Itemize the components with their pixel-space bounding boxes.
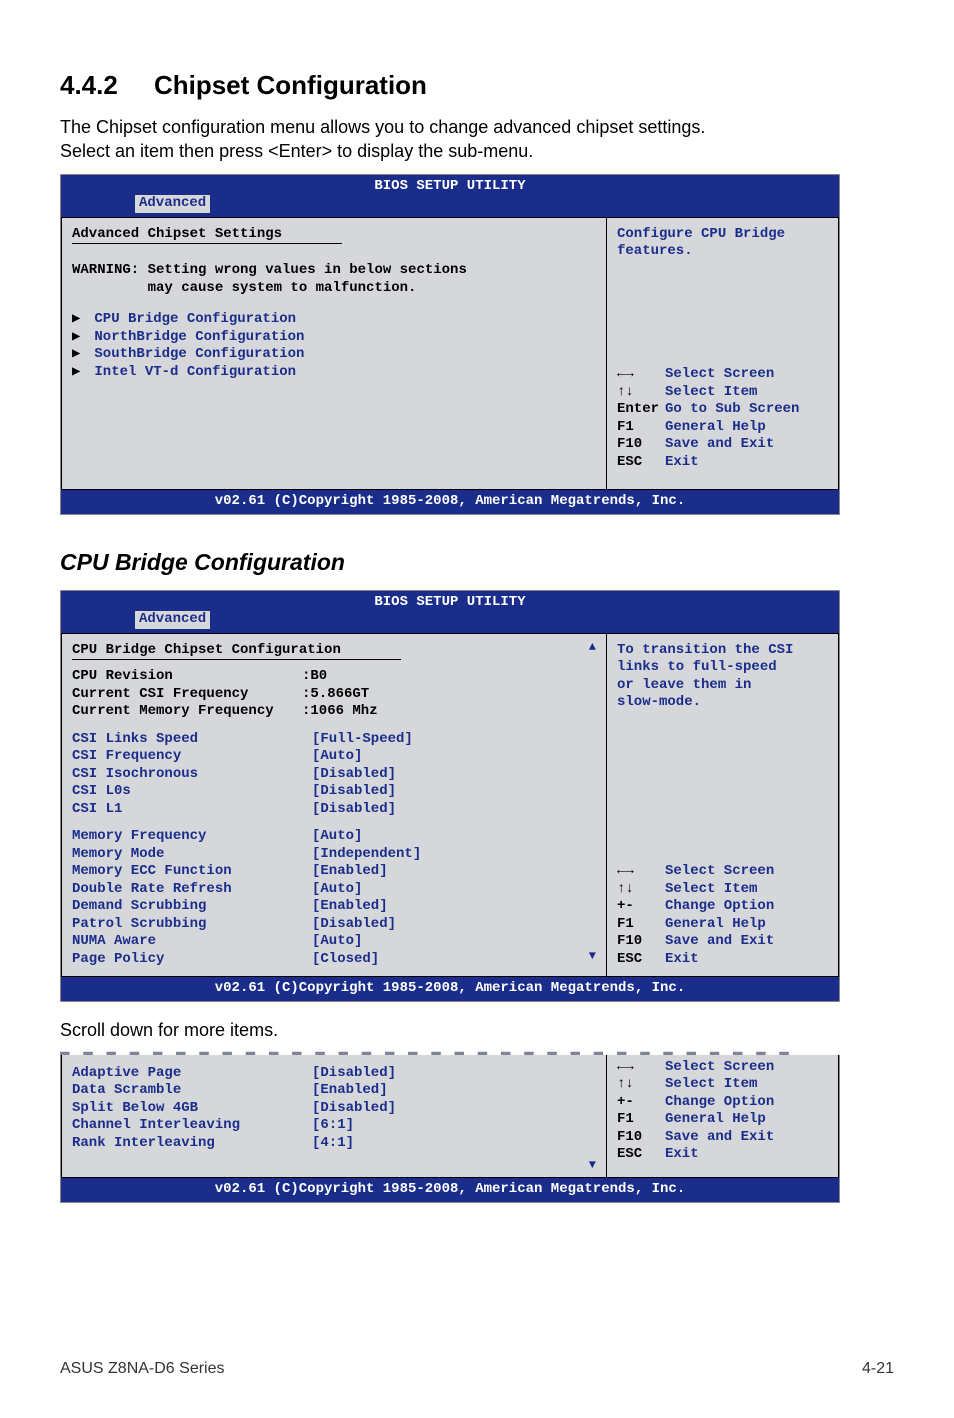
bios2-heading: CPU Bridge Chipset Configuration [72,642,401,661]
bios1-item[interactable]: ▶ SouthBridge Configuration [72,346,596,364]
bios-title: BIOS SETUP UTILITY [61,591,839,612]
section-heading: 4.4.2 Chipset Configuration [60,70,894,101]
bios2-option[interactable]: Demand Scrubbing[Enabled] [72,898,596,916]
bios2-option[interactable]: Patrol Scrubbing[Disabled] [72,916,596,934]
bios3-option[interactable]: Rank Interleaving[4:1] [72,1135,596,1153]
bios1-item[interactable]: ▶ Intel VT-d Configuration [72,364,596,382]
sub-heading: CPU Bridge Configuration [60,549,894,576]
bios1-item[interactable]: ▶ NorthBridge Configuration [72,329,596,347]
bios3-option[interactable]: Data Scramble[Enabled] [72,1082,596,1100]
chevron-right-icon: ▶ [72,311,86,329]
bios-box-3: Adaptive Page[Disabled] Data Scramble[En… [60,1055,840,1203]
bios1-item[interactable]: ▶ CPU Bridge Configuration [72,311,596,329]
bios1-heading: Advanced Chipset Settings [72,226,342,245]
bios1-warning2: may cause system to malfunction. [72,280,596,298]
scroll-caption: Scroll down for more items. [60,1020,894,1041]
bios-tab-advanced[interactable]: Advanced [135,195,210,213]
bios-box-2: BIOS SETUP UTILITY Advanced CPU Bridge C… [60,590,840,1002]
bios-copyright: v02.61 (C)Copyright 1985-2008, American … [61,1178,839,1202]
bios3-option[interactable]: Adaptive Page[Disabled] [72,1065,596,1083]
section-title: Chipset Configuration [154,70,427,100]
scroll-down-icon[interactable]: ▼ [589,949,596,969]
bios2-info: Current CSI Frequency:5.866GT [72,686,596,704]
bios2-option[interactable]: CSI Links Speed[Full-Speed] [72,731,596,749]
bios2-option[interactable]: NUMA Aware[Auto] [72,933,596,951]
bios2-option[interactable]: Memory Frequency[Auto] [72,828,596,846]
intro-text: The Chipset configuration menu allows yo… [60,115,894,164]
bios3-help-keys: ←→Select Screen ↑↓Select Item +-Change O… [617,1059,828,1164]
bios2-help-keys: ←→Select Screen ↑↓Select Item +-Change O… [617,863,828,968]
bios1-warning: WARNING: Setting wrong values in below s… [72,262,596,280]
bios3-option[interactable]: Channel Interleaving[6:1] [72,1117,596,1135]
bios2-option[interactable]: Memory Mode[Independent] [72,846,596,864]
bios2-option[interactable]: CSI Frequency[Auto] [72,748,596,766]
page-footer: ASUS Z8NA-D6 Series 4-21 [60,1360,894,1378]
bios2-option[interactable]: CSI Isochronous[Disabled] [72,766,596,784]
bios-tab-row: Advanced [61,195,839,217]
section-number: 4.4.2 [60,70,118,100]
chevron-right-icon: ▶ [72,329,86,347]
bios-tab-advanced[interactable]: Advanced [135,611,210,629]
footer-right: 4-21 [862,1360,894,1378]
footer-left: ASUS Z8NA-D6 Series [60,1360,225,1378]
bios1-help-keys: ←→Select Screen ↑↓Select Item EnterGo to… [617,366,828,481]
bios-title: BIOS SETUP UTILITY [61,175,839,196]
scroll-down-icon[interactable]: ▼ [589,1158,596,1173]
bios2-option[interactable]: Double Rate Refresh[Auto] [72,881,596,899]
bios1-help-text: Configure CPU Bridge features. [617,226,828,261]
bios3-option[interactable]: Split Below 4GB[Disabled] [72,1100,596,1118]
bios-copyright: v02.61 (C)Copyright 1985-2008, American … [61,490,839,514]
bios2-info: CPU Revision:B0 [72,668,596,686]
bios2-option[interactable]: Page Policy[Closed] [72,951,379,969]
scroll-up-icon[interactable]: ▲ [589,640,596,655]
bios2-option[interactable]: CSI L0s[Disabled] [72,783,596,801]
bios2-help-text: To transition the CSI links to full-spee… [617,642,828,712]
bios2-option[interactable]: Memory ECC Function[Enabled] [72,863,596,881]
bios2-info: Current Memory Frequency:1066 Mhz [72,703,596,721]
bios2-option[interactable]: CSI L1[Disabled] [72,801,596,819]
bios-box-1: BIOS SETUP UTILITY Advanced Advanced Chi… [60,174,840,515]
bios-tab-row: Advanced [61,611,839,633]
chevron-right-icon: ▶ [72,346,86,364]
bios-copyright: v02.61 (C)Copyright 1985-2008, American … [61,977,839,1001]
chevron-right-icon: ▶ [72,364,86,382]
